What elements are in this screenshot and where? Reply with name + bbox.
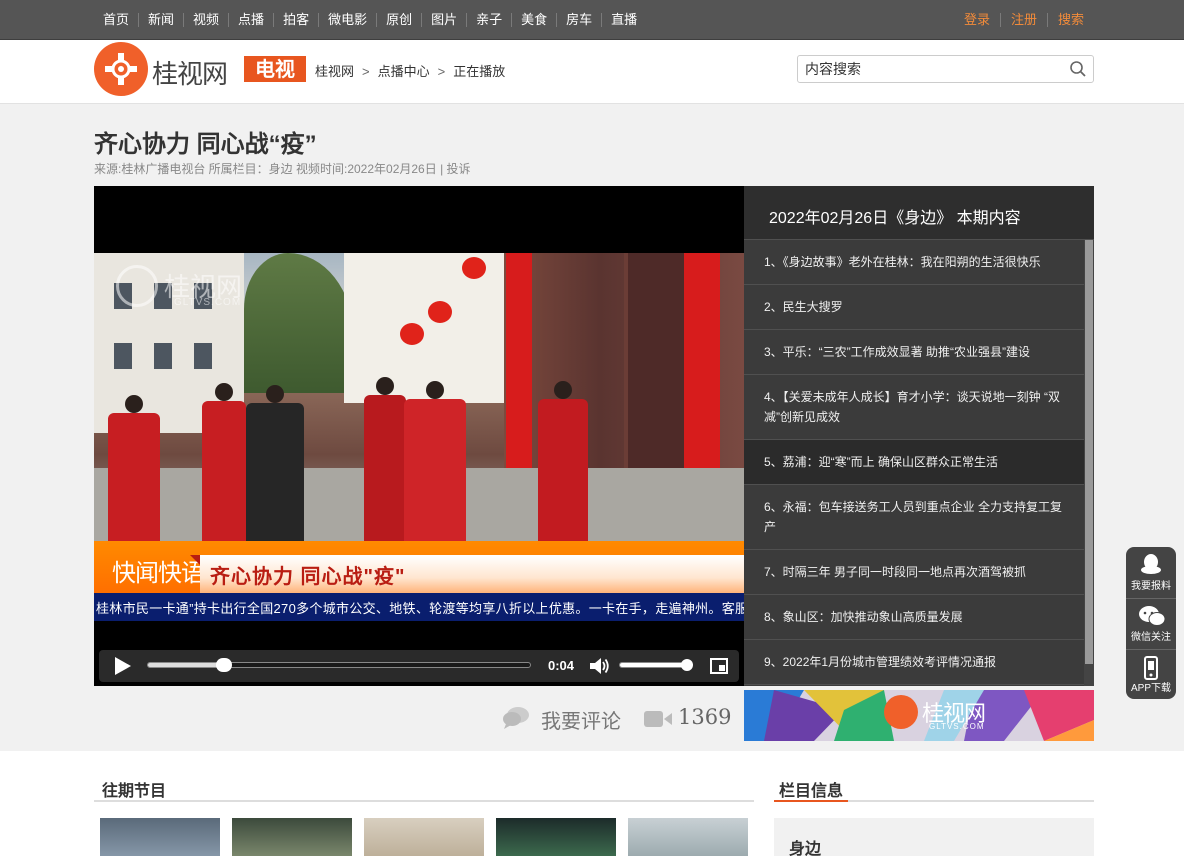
site-logo[interactable]: 桂视网 电视 <box>94 40 306 100</box>
video-watermark: 桂视网 GLTVS.COM <box>116 261 266 313</box>
news-ticker: 桂林市民一卡通”持卡出行全国270多个城市公交、地铁、轮渡等均享八折以上优惠。一… <box>94 593 744 621</box>
column-name: 身边 <box>789 841 822 856</box>
view-count: 1369 <box>678 705 732 729</box>
progress-handle[interactable] <box>216 658 233 672</box>
wechat-follow-button[interactable]: 微信关注 <box>1126 598 1176 648</box>
video-player[interactable]: 桂视网 GLTVS.COM 快闻快语 齐心协力 同心战"疫" 桂林市民一卡通”持… <box>94 186 744 686</box>
episode-scrollbar[interactable] <box>1084 240 1094 686</box>
logo-tv-badge: 电视 <box>244 56 306 82</box>
past-episode-thumbnail[interactable] <box>496 818 616 856</box>
search-box <box>797 55 1094 83</box>
nav-pictures[interactable]: 图片 <box>421 13 466 27</box>
comment-button[interactable]: 我要评论 <box>541 705 621 734</box>
past-episode-thumbnail[interactable] <box>232 818 352 856</box>
video-meta: 来源:桂林广播电视台 所属栏目：身边 视频时间:2022年02月26日 | 投诉 <box>94 162 471 176</box>
nav-news[interactable]: 新闻 <box>138 13 183 27</box>
video-frame: 桂视网 GLTVS.COM <box>94 253 744 541</box>
episode-list: 1、《身边故事》老外在桂林：我在阳朔的生活很快乐 2、民生大搜罗 3、平乐：“三农”… <box>744 240 1084 686</box>
episode-item[interactable]: 3、平乐：“三农”工作成效显著 助推“农业强县”建设 <box>744 330 1084 375</box>
report-news-button[interactable]: 我要报料 <box>1126 547 1176 597</box>
episode-item[interactable]: 1、《身边故事》老外在桂林：我在阳朔的生活很快乐 <box>744 240 1084 285</box>
column-info-title: 栏目信息 <box>779 783 844 800</box>
section-accent <box>774 800 848 802</box>
nav-parenting[interactable]: 亲子 <box>466 13 511 27</box>
breadcrumb-now-playing: 正在播放 <box>453 64 506 79</box>
nav-live[interactable]: 直播 <box>601 13 646 27</box>
phone-icon <box>1144 656 1158 680</box>
column-info-box: 身边 <box>774 818 1094 856</box>
video-views-icon <box>644 711 672 727</box>
app-download-button[interactable]: APP下载 <box>1126 649 1176 699</box>
nav-video[interactable]: 视频 <box>183 13 228 27</box>
nav-cars[interactable]: 房车 <box>556 13 601 27</box>
breadcrumb: 桂视网 > 点播中心 > 正在播放 <box>315 61 505 80</box>
news-banner: 快闻快语 齐心协力 同心战"疫" <box>94 541 744 593</box>
nav-vod[interactable]: 点播 <box>228 13 273 27</box>
register-link[interactable]: 注册 <box>999 13 1047 27</box>
main-menu: 首页 新闻 视频 点播 拍客 微电影 原创 图片 亲子 美食 房车 直播 <box>94 0 646 40</box>
progress-bar[interactable] <box>147 658 531 672</box>
episode-item[interactable]: 9、2022年1月份城市管理绩效考评情况通报 <box>744 640 1084 685</box>
qq-icon <box>1141 554 1161 574</box>
site-header: 桂视网 电视 桂视网 > 点播中心 > 正在播放 <box>0 40 1184 104</box>
ad-banner[interactable]: 桂视网 GLTVS.COM <box>744 690 1094 741</box>
volume-fill <box>620 663 687 667</box>
ad-logo-subtext: GLTVS.COM <box>929 722 985 731</box>
episode-item[interactable]: 2、民生大搜罗 <box>744 285 1084 330</box>
player-controls: 0:04 <box>99 650 739 682</box>
past-episodes-title: 往期节目 <box>102 783 167 800</box>
banner-notch <box>190 555 200 565</box>
episode-item[interactable]: 8、象山区：加快推动象山高质量发展 <box>744 595 1084 640</box>
nav-home[interactable]: 首页 <box>94 13 138 27</box>
episode-item[interactable]: 6、永福：包车接送务工人员到重点企业 全力支持复工复产 <box>744 485 1084 550</box>
fullscreen-icon[interactable] <box>710 658 728 674</box>
login-link[interactable]: 登录 <box>954 13 1000 27</box>
past-episode-thumbnail[interactable] <box>100 818 220 856</box>
page-title: 齐心协力 同心战“疫” <box>94 131 317 158</box>
search-icon[interactable] <box>1069 60 1087 78</box>
nav-original[interactable]: 原创 <box>376 13 421 27</box>
logo-emblem-icon <box>94 42 148 96</box>
episode-panel: 2022年02月26日《身边》 本期内容 1、《身边故事》老外在桂林：我在阳朔的… <box>744 186 1094 686</box>
episode-item[interactable]: 4、【关爱未成年人成长】育才小学：谈天说地一刻钟 “双减”创新见成效 <box>744 375 1084 440</box>
video-stats: 我要评论 1369 <box>94 690 744 745</box>
breadcrumb-separator: > <box>437 64 446 79</box>
nav-microfilm[interactable]: 微电影 <box>318 13 376 27</box>
section-divider <box>94 800 754 802</box>
comment-icon[interactable] <box>502 705 530 729</box>
episode-item[interactable]: 10、齐心协力 同心战“疫” <box>744 685 1084 686</box>
past-episode-thumbnail[interactable] <box>364 818 484 856</box>
nav-food[interactable]: 美食 <box>511 13 556 27</box>
breadcrumb-separator: > <box>362 64 370 79</box>
scrollbar-thumb[interactable] <box>1085 240 1093 664</box>
episode-item[interactable]: 7、时隔三年 男子同一时段同一地点再次酒驾被抓 <box>744 550 1084 595</box>
episode-panel-header: 2022年02月26日《身边》 本期内容 <box>744 186 1094 240</box>
current-time: 0:04 <box>548 658 575 673</box>
lower-section: 往期节目 栏目信息 身边 <box>0 751 1184 856</box>
banner-headline: 齐心协力 同心战"疫" <box>200 555 744 593</box>
wechat-icon <box>1139 606 1166 626</box>
volume-icon[interactable] <box>589 657 611 675</box>
search-input[interactable] <box>798 56 1058 82</box>
past-episode-thumbnail[interactable] <box>628 818 748 856</box>
logo-text: 桂视网 <box>152 60 228 90</box>
floating-toolbar: 我要报料 微信关注 APP下载 <box>1126 547 1176 699</box>
top-nav: 首页 新闻 视频 点播 拍客 微电影 原创 图片 亲子 美食 房车 直播 登录 … <box>0 0 1184 40</box>
play-icon[interactable] <box>115 657 131 675</box>
episode-item[interactable]: 5、荔浦：迎“寒”而上 确保山区群众正常生活 <box>744 440 1084 485</box>
account-menu: 登录 注册 搜索 <box>954 0 1094 40</box>
volume-handle[interactable] <box>680 659 693 671</box>
progress-fill <box>148 663 225 667</box>
nav-paike[interactable]: 拍客 <box>273 13 318 27</box>
search-link[interactable]: 搜索 <box>1046 13 1094 27</box>
ad-logo-icon <box>884 695 918 729</box>
breadcrumb-vod-center[interactable]: 点播中心 <box>378 64 430 79</box>
breadcrumb-home[interactable]: 桂视网 <box>315 64 354 79</box>
ad-background <box>744 690 1094 741</box>
volume-slider[interactable] <box>619 659 693 671</box>
